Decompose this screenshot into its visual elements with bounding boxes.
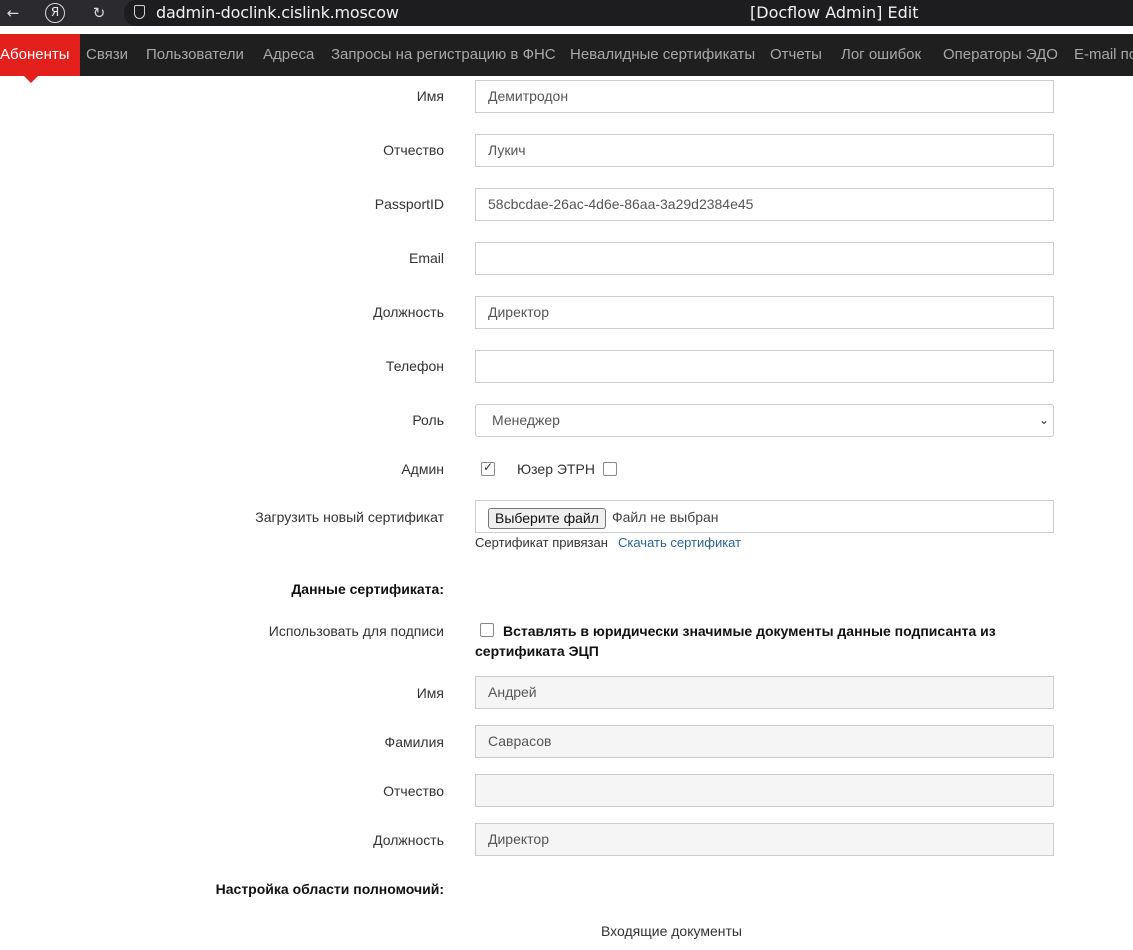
use-for-sign-label: Использовать для подписи [268,623,444,639]
certificate-upload-label: Загрузить новый сертификат [255,509,444,525]
etrn-user-checkbox[interactable] [603,462,617,476]
email-input[interactable] [475,242,1054,275]
cert-first-name-label: Имя [416,685,444,701]
url-text[interactable]: dadmin-doclink.cislink.moscow [156,3,399,22]
chevron-down-icon: ⌄ [1038,413,1049,427]
use-for-sign-text-line2: сертификата ЭЦП [475,643,599,659]
passport-id-input[interactable]: 58cbcdae-26ac-4d6e-86aa-3a29d2384e45 [475,188,1054,221]
patronymic-input[interactable]: Лукич [475,134,1054,167]
choose-file-button[interactable]: Выберите файл [488,508,606,529]
use-for-sign-checkbox[interactable] [480,623,494,637]
email-label: Email [408,250,444,266]
cert-last-name-label: Фамилия [384,734,444,750]
reload-icon[interactable]: ↻ [88,3,110,23]
page-title: [Docflow Admin] Edit [750,3,919,22]
yandex-logo-icon[interactable]: Я [45,3,65,23]
role-label: Роль [412,412,444,428]
nav-item-edo-operators[interactable]: Операторы ЭДО [943,34,1058,76]
position-label: Должность [373,304,444,320]
nav-item-users[interactable]: Пользователи [146,34,244,76]
phone-input[interactable] [475,350,1054,383]
nav-item-email[interactable]: E-mail по [1074,34,1133,76]
phone-label: Телефон [385,358,444,374]
nav-item-error-log[interactable]: Лог ошибок [841,34,921,76]
nav-item-addresses[interactable]: Адреса [263,34,314,76]
nav-item-subscribers[interactable]: Абоненты [0,34,80,76]
cert-patronymic-input [475,774,1054,807]
role-select-value: Менеджер [492,412,560,428]
download-certificate-link[interactable]: Скачать сертификат [618,535,741,550]
patronymic-label: Отчество [383,142,444,158]
active-tab-caret-icon [24,76,38,83]
incoming-documents-label: Входящие документы [601,923,742,939]
admin-checkbox[interactable]: ✓ [481,460,495,476]
nav-item-fns-requests[interactable]: Запросы на регистрацию в ФНС [331,34,556,76]
position-input[interactable]: Директор [475,296,1054,329]
passport-id-label: PassportID [374,196,444,212]
authority-heading: Настройка области полномочий: [215,881,444,897]
shield-icon[interactable] [134,5,145,19]
nav-item-links[interactable]: Связи [86,34,128,76]
cert-last-name-input: Саврасов [475,725,1054,758]
file-status-text: Файл не выбран [612,509,719,525]
cert-patronymic-label: Отчество [383,783,444,799]
main-nav: Абоненты Связи Пользователи Адреса Запро… [0,34,1133,76]
nav-item-reports[interactable]: Отчеты [770,34,822,76]
cert-position-input: Директор [475,823,1054,856]
checkmark-icon: ✓ [483,460,494,474]
use-for-sign-text-line1: Вставлять в юридически значимые документ… [503,623,996,639]
cert-position-label: Должность [373,832,444,848]
certificate-data-heading: Данные сертификата: [291,581,444,597]
back-arrow-icon[interactable]: ← [2,3,24,23]
browser-toolbar: ← Я ↻ dadmin-doclink.cislink.moscow [Doc… [0,0,1133,26]
certificate-attached-text: Сертификат привязан [475,535,608,550]
certificate-file-input[interactable]: Выберите файл Файл не выбран [475,500,1054,533]
first-name-label: Имя [416,88,444,104]
cert-first-name-input: Андрей [475,676,1054,709]
etrn-user-label: Юзер ЭТРН [517,461,595,477]
admin-label: Админ [401,461,444,477]
nav-item-invalid-certs[interactable]: Невалидные сертификаты [570,34,755,76]
role-select[interactable]: Менеджер ⌄ [475,404,1054,437]
first-name-input[interactable]: Демитродон [475,80,1054,113]
